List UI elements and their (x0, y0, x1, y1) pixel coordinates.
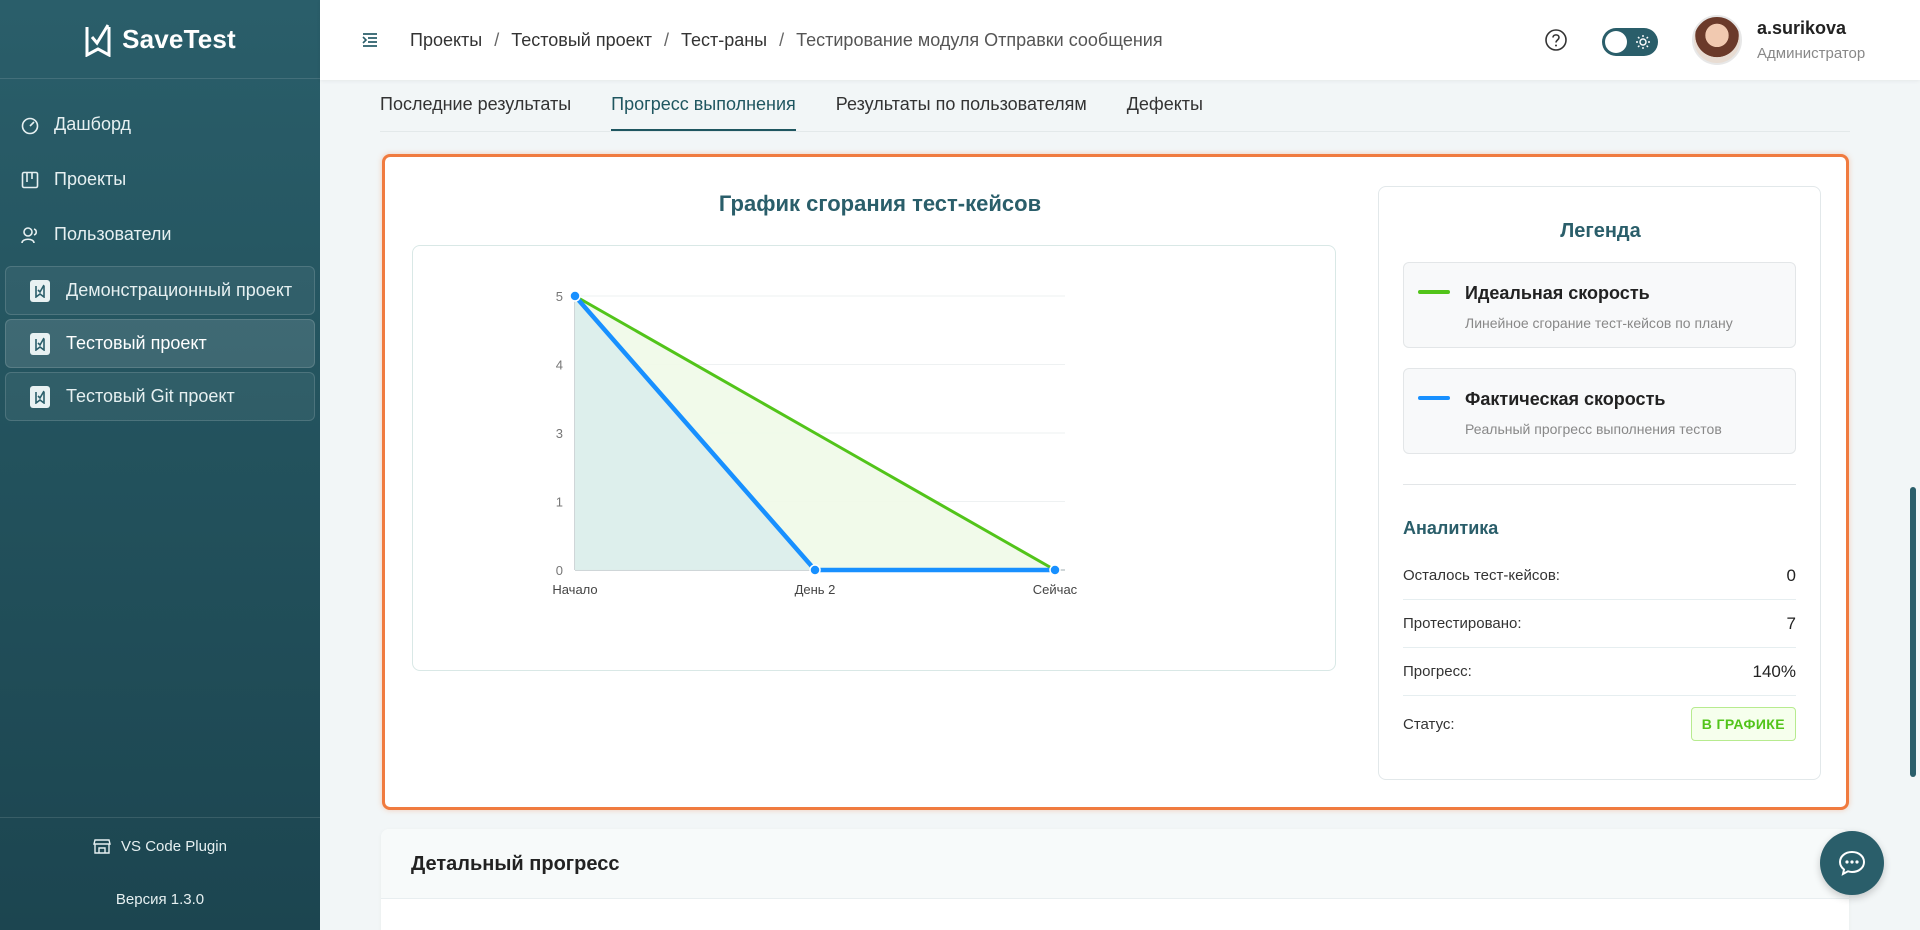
chat-button[interactable] (1820, 831, 1884, 895)
app-version: Версия 1.3.0 (115, 891, 205, 908)
tabs-divider (380, 131, 1850, 132)
y-tick-label: 3 (556, 426, 563, 441)
sidebar-project-git[interactable]: Тестовый Git проект (5, 372, 315, 421)
stat-remaining: Осталось тест-кейсов: 0 (1403, 552, 1796, 600)
user-name[interactable]: a.surikova (1757, 18, 1846, 39)
scrollbar-thumb[interactable] (1910, 487, 1916, 777)
legend-ideal: Идеальная скорость Линейное сгорание тес… (1403, 262, 1796, 348)
project-label: Демонстрационный проект (66, 280, 293, 300)
sidebar-item-dashboard[interactable]: Дашборд (0, 97, 320, 152)
sidebar-item-label: Проекты (54, 169, 127, 189)
stat-progress: Прогресс: 140% (1403, 648, 1796, 696)
help-icon[interactable] (1544, 28, 1568, 52)
plugin-label: VS Code Plugin (121, 837, 227, 855)
stat-label: Прогресс: (1403, 663, 1472, 680)
x-tick-label: Сейчас (1033, 582, 1078, 597)
y-tick-label: 1 (556, 495, 563, 510)
results-tabs: Последние результаты Прогресс выполнения… (380, 90, 1203, 132)
project-label: Тестовый проект (66, 333, 207, 353)
breadcrumb-project[interactable]: Тестовый проект (511, 30, 652, 51)
actual-point (1049, 564, 1061, 576)
stat-label: Осталось тест-кейсов: (1403, 567, 1560, 584)
y-tick-label: 4 (556, 358, 563, 373)
breadcrumb-separator: / (663, 30, 669, 50)
stat-value: 0 (1786, 565, 1796, 585)
sidebar-item-label: Дашборд (54, 114, 132, 134)
tab-execution-progress[interactable]: Прогресс выполнения (611, 90, 796, 132)
breadcrumb: Проекты / Тестовый проект / Тест-раны / … (410, 30, 1163, 51)
actual-point (569, 290, 581, 302)
users-icon (21, 226, 38, 243)
legend-desc: Реальный прогресс выполнения тестов (1465, 421, 1722, 437)
legend-panel: Легенда Идеальная скорость Линейное сгор… (1378, 186, 1821, 780)
x-tick-label: День 2 (795, 582, 836, 597)
stat-label: Статус: (1403, 715, 1455, 733)
tab-user-results[interactable]: Результаты по пользователям (836, 90, 1087, 132)
stat-label: Протестировано: (1403, 615, 1522, 632)
avatar[interactable] (1692, 15, 1742, 65)
store-icon (93, 839, 111, 854)
legend-name: Фактическая скорость (1465, 389, 1666, 409)
theme-toggle[interactable] (1602, 28, 1658, 56)
analytics-title: Аналитика (1403, 518, 1499, 538)
top-header: Проекты / Тестовый проект / Тест-раны / … (320, 0, 1920, 80)
legend-name: Идеальная скорость (1465, 283, 1650, 303)
stat-value: 140% (1752, 661, 1796, 681)
chart-title: График сгорания тест-кейсов (718, 191, 1042, 216)
actual-point (809, 564, 821, 576)
x-tick-label: Начало (552, 582, 597, 597)
tab-latest-results[interactable]: Последние результаты (380, 90, 571, 132)
project-label: Тестовый Git проект (66, 386, 235, 406)
sidebar-item-label: Пользователи (54, 224, 172, 244)
toggle-knob (1605, 31, 1627, 53)
chat-icon (1838, 850, 1866, 876)
dashboard-icon (21, 117, 39, 134)
legend-title: Легенда (1560, 220, 1641, 242)
project-icon (30, 332, 50, 355)
app-name: SaveTest (122, 23, 236, 54)
project-icon (30, 385, 50, 408)
legend-swatch-actual (1418, 396, 1450, 400)
sidebar-project-test[interactable]: Тестовый проект (5, 319, 315, 368)
sidebar-project-demo[interactable]: Демонстрационный проект (5, 266, 315, 315)
legend-divider (1403, 484, 1796, 485)
stat-status: Статус: В ГРАФИКЕ (1403, 696, 1796, 752)
menu-collapse-icon[interactable] (360, 30, 380, 50)
user-role: Администратор (1757, 45, 1866, 62)
y-tick-label: 0 (556, 563, 563, 578)
burndown-chart: 0 1 3 4 5 Начало День 2 Сейчас (552, 289, 1078, 597)
breadcrumb-separator: / (779, 30, 785, 50)
legend-desc: Линейное сгорание тест-кейсов по плану (1465, 315, 1733, 331)
chart-container: 0 1 3 4 5 Начало День 2 Сейчас (412, 245, 1336, 671)
y-tick-label: 5 (556, 289, 563, 304)
sun-icon (1636, 35, 1650, 49)
sidebar-item-users[interactable]: Пользователи (0, 207, 320, 262)
burndown-card: График сгорания тест-кейсов 0 1 3 4 5 Начало Д… (382, 154, 1849, 810)
stat-value: 7 (1786, 613, 1796, 633)
project-icon (30, 279, 50, 302)
sidebar-item-projects[interactable]: Проекты (0, 152, 320, 207)
logo-icon (85, 24, 111, 57)
breadcrumb-separator: / (494, 30, 500, 50)
breadcrumb-testruns[interactable]: Тест-раны (681, 30, 767, 51)
sidebar: SaveTest Дашборд Проекты Пользователи Де… (0, 0, 320, 930)
legend-swatch-ideal (1418, 290, 1450, 294)
detail-title: Детальный прогресс (411, 853, 620, 875)
projects-icon (21, 171, 39, 188)
status-badge: В ГРАФИКЕ (1690, 707, 1796, 741)
vscode-plugin-link[interactable]: VS Code Plugin (0, 837, 320, 855)
sidebar-footer: VS Code Plugin Версия 1.3.0 (0, 817, 320, 930)
sidebar-nav: Дашборд Проекты Пользователи (0, 79, 320, 262)
detail-progress-card: Детальный прогресс (381, 829, 1849, 930)
stat-tested: Протестировано: 7 (1403, 600, 1796, 648)
legend-actual: Фактическая скорость Реальный прогресс в… (1403, 368, 1796, 454)
logo[interactable]: SaveTest (0, 0, 320, 79)
breadcrumb-projects[interactable]: Проекты (410, 30, 482, 51)
breadcrumb-current: Тестирование модуля Отправки сообщения (796, 30, 1163, 50)
tab-defects[interactable]: Дефекты (1127, 90, 1203, 132)
